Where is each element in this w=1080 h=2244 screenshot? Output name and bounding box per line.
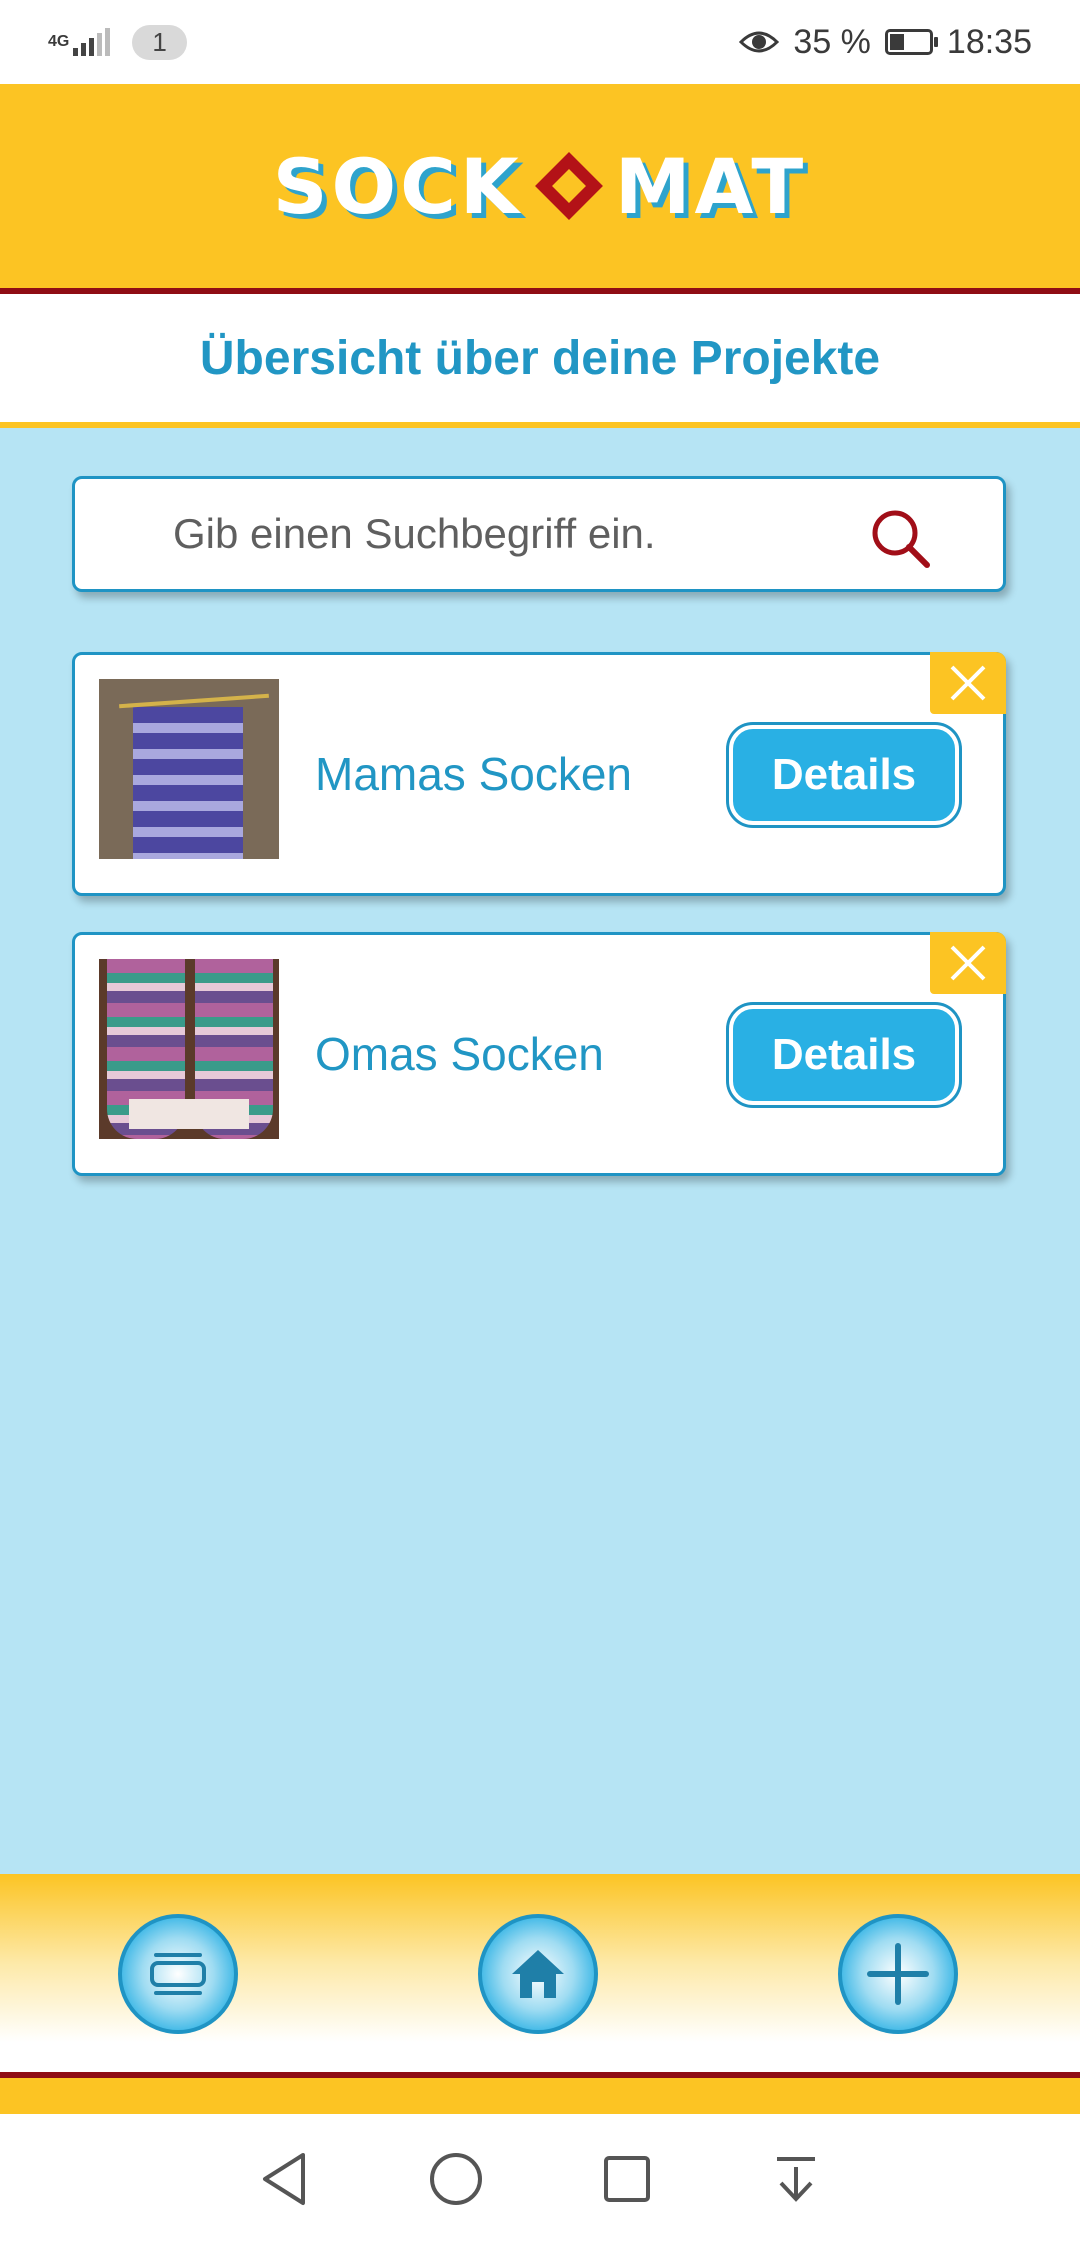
system-nav-bar xyxy=(0,2114,1080,2244)
page-title: Übersicht über deine Projekte xyxy=(0,294,1080,428)
home-circle-icon[interactable] xyxy=(428,2151,484,2207)
network-type: 4G xyxy=(48,33,70,50)
details-button[interactable]: Details xyxy=(729,1005,959,1105)
status-left: 4G 1 xyxy=(48,24,187,60)
project-name[interactable]: Mamas Socken xyxy=(315,655,632,893)
signal-icon: 4G xyxy=(48,28,111,56)
app-header: SOCK MAT xyxy=(0,84,1080,294)
list-button[interactable] xyxy=(118,1914,238,2034)
battery-icon xyxy=(884,29,938,55)
plus-icon xyxy=(867,1943,929,2005)
footer-strip xyxy=(0,2078,1080,2114)
clock: 18:35 xyxy=(946,22,1032,61)
project-card: Mamas Socken Details xyxy=(72,652,1006,896)
battery-percent: 35 % xyxy=(793,22,871,61)
bottom-nav xyxy=(0,1874,1080,2078)
logo-sock: SOCK xyxy=(272,141,523,231)
status-right: 35 % 18:35 xyxy=(739,23,1032,62)
sim-badge: 1 xyxy=(132,24,187,60)
search-input[interactable] xyxy=(171,509,855,559)
app-logo: SOCK MAT xyxy=(273,142,807,231)
home-icon xyxy=(512,1950,564,1998)
list-icon xyxy=(150,1953,206,1995)
notification-pull-icon[interactable] xyxy=(771,2151,821,2207)
project-card: Omas Socken Details xyxy=(72,932,1006,1176)
search-box[interactable] xyxy=(72,476,1006,592)
status-bar: 4G 1 35 % 18:35 xyxy=(0,0,1080,84)
search-icon[interactable] xyxy=(869,507,931,569)
details-button[interactable]: Details xyxy=(729,725,959,825)
close-icon xyxy=(950,945,986,981)
project-thumbnail[interactable] xyxy=(99,959,279,1139)
home-button[interactable] xyxy=(478,1914,598,2034)
delete-button[interactable] xyxy=(930,932,1006,994)
logo-mat: MAT xyxy=(614,141,808,231)
eye-icon xyxy=(739,31,780,53)
project-thumbnail[interactable] xyxy=(99,679,279,859)
back-icon[interactable] xyxy=(259,2151,309,2207)
project-name[interactable]: Omas Socken xyxy=(315,935,604,1173)
close-icon xyxy=(950,665,986,701)
add-project-button[interactable] xyxy=(838,1914,958,2034)
logo-diamond-icon xyxy=(534,152,603,220)
recents-icon[interactable] xyxy=(602,2154,652,2204)
delete-button[interactable] xyxy=(930,652,1006,714)
